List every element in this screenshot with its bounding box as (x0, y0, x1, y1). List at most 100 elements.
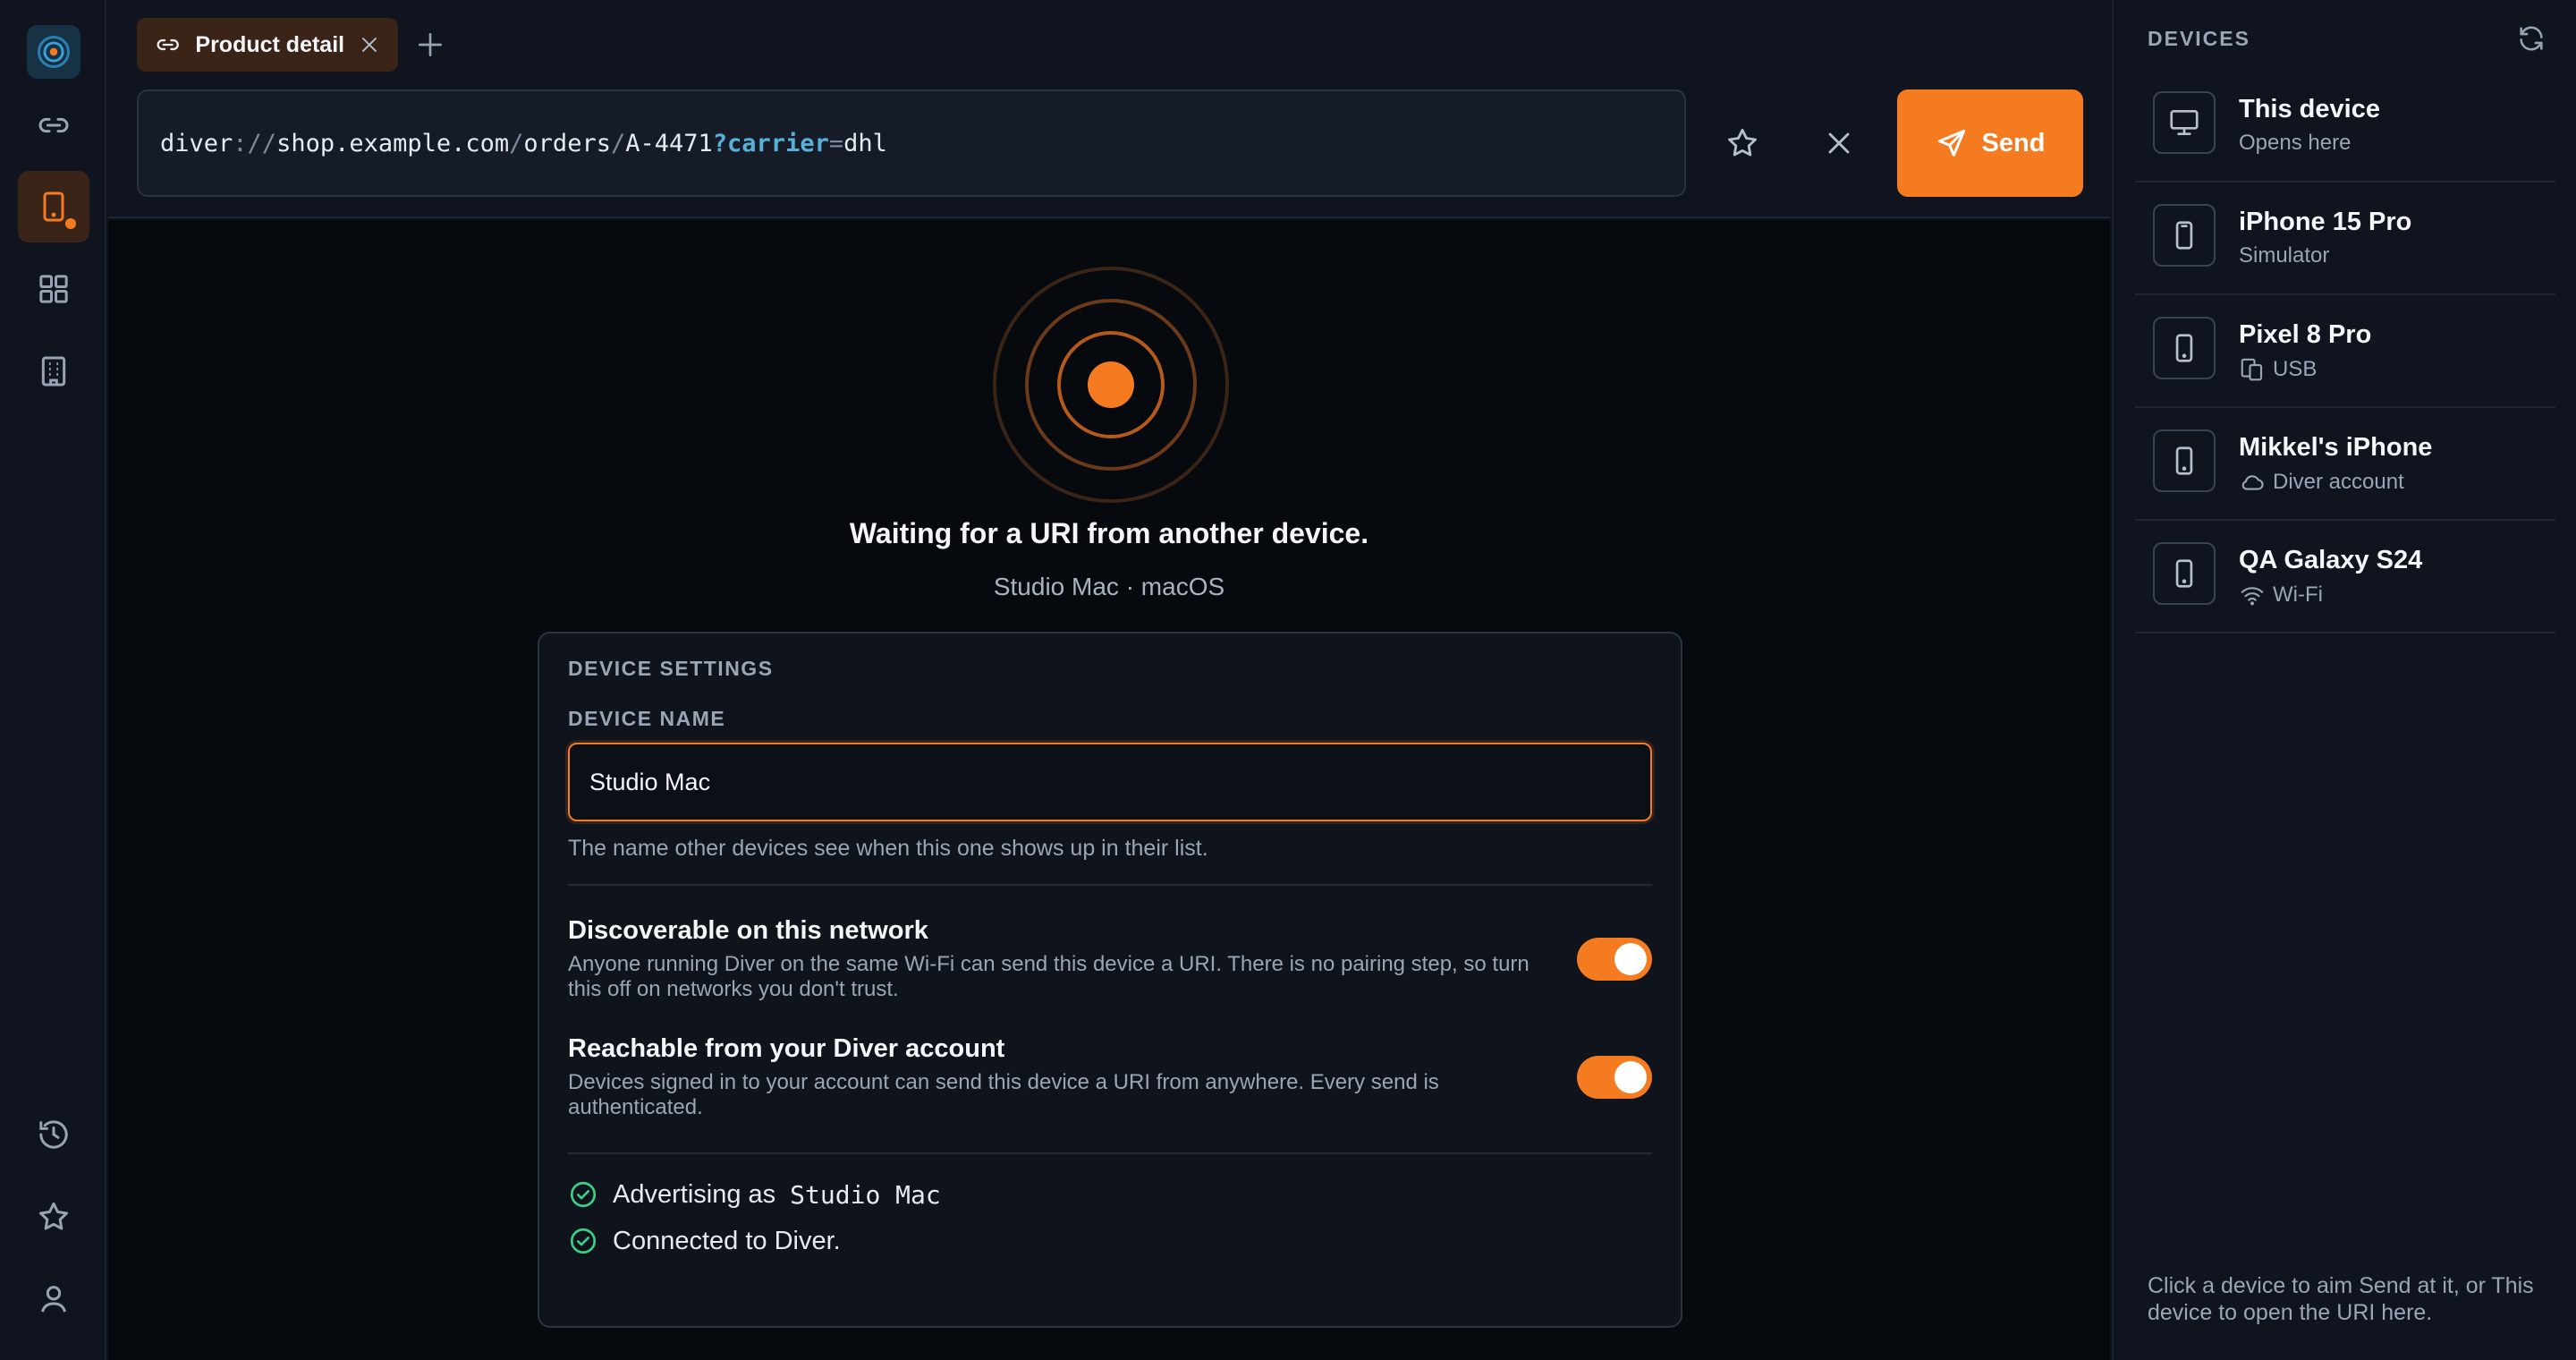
device-sub-label: USB (2273, 357, 2318, 381)
device-name: Pixel 8 Pro (2239, 320, 2372, 349)
device-sub-label: Simulator (2239, 243, 2330, 268)
device-item-pixel-8-pro[interactable]: Pixel 8 Pro USB (2135, 295, 2555, 408)
waiting-message: Waiting for a URI from another device. (849, 517, 1369, 549)
wifi-icon (2241, 587, 2264, 606)
phone-icon (2175, 334, 2193, 362)
device-icon-frame (2153, 429, 2216, 492)
reachable-description: Devices signed in to your account can se… (568, 1070, 1439, 1119)
left-rail (0, 0, 106, 1360)
radar-logo-icon[interactable] (27, 25, 80, 79)
clear-uri-button[interactable] (1812, 116, 1866, 170)
device-sub: Simulator (2239, 243, 2329, 268)
grid-icon (39, 275, 68, 303)
device-name-help: The name other devices see when this one… (568, 836, 1208, 861)
connected-text: Connected to Diver. (613, 1226, 841, 1255)
uri-input[interactable]: diver://shop.example.com / orders / A-4471? c… (137, 89, 1686, 197)
cloud-icon (2241, 475, 2264, 490)
device-name-input[interactable] (568, 743, 1652, 821)
favorite-button[interactable] (1716, 116, 1769, 170)
device-icon-frame (2153, 204, 2216, 267)
uri-query-key: carrier (727, 129, 829, 157)
rail-devices-button[interactable] (18, 171, 89, 242)
building-icon (41, 356, 66, 387)
close-tab-icon[interactable] (359, 33, 380, 56)
device-item-mikkels-iphone[interactable]: Mikkel's iPhone Diver account (2135, 408, 2555, 521)
device-item-qa-galaxy-s24[interactable]: QA Galaxy S24 Wi-Fi (2135, 521, 2555, 633)
uri-path-segment: A-4471 (625, 129, 713, 157)
send-label: Send (1981, 128, 2046, 157)
rail-history-button[interactable] (18, 1099, 89, 1170)
device-sub: USB (2239, 356, 2317, 383)
radar-waiting-icon (993, 267, 1229, 503)
user-icon (41, 1286, 66, 1313)
phone-simulator-icon (2175, 221, 2193, 250)
discoverable-title: Discoverable on this network (568, 916, 928, 945)
star-icon (1728, 128, 1757, 157)
device-sub: Wi-Fi (2239, 582, 2323, 608)
advertising-name: Studio Mac (790, 1179, 941, 1210)
check-circle-icon (570, 1181, 597, 1208)
device-sub-label: Diver account (2273, 470, 2404, 494)
rail-link-button[interactable] (18, 89, 89, 161)
reachable-toggle[interactable] (1577, 1056, 1652, 1099)
uri-query-value: dhl (843, 129, 887, 157)
device-sub-label: Wi-Fi (2273, 582, 2323, 607)
app-window: Product detail diver://shop.example.com /… (0, 0, 2576, 1360)
phone-icon (2175, 446, 2193, 475)
device-settings-card: DEVICE SETTINGS DEVICE NAME The name oth… (538, 632, 1682, 1328)
device-icon-frame (2153, 317, 2216, 379)
uri-host: shop.example.com (276, 129, 510, 157)
notification-dot (63, 216, 79, 232)
advertising-prefix: Advertising as (613, 1179, 776, 1209)
device-icon-frame (2153, 91, 2216, 154)
uri-query-mark: ? (712, 129, 728, 157)
send-button[interactable]: Send (1897, 89, 2083, 197)
usb-devices-icon (2241, 358, 2263, 381)
device-name: Mikkel's iPhone (2239, 433, 2433, 462)
uri-query-equals: = (828, 129, 844, 157)
refresh-icon[interactable] (2516, 23, 2546, 54)
phone-icon (2175, 559, 2193, 588)
device-name: QA Galaxy S24 (2239, 546, 2423, 574)
close-icon (1828, 132, 1850, 154)
add-tab-icon[interactable] (412, 27, 448, 63)
device-item-this-device[interactable]: This device Opens here (2135, 70, 2555, 183)
uri-scheme: diver (160, 129, 233, 157)
device-item-iphone-15-pro[interactable]: iPhone 15 Pro Simulator (2135, 183, 2555, 295)
tab-label: Product detail (195, 31, 345, 57)
devices-title: DEVICES (2148, 27, 2250, 50)
devices-footer-hint: Click a device to aim Send at it, or Thi… (2148, 1273, 2534, 1325)
discoverable-toggle[interactable] (1577, 938, 1652, 981)
device-icon-frame (2153, 542, 2216, 605)
check-circle-icon (570, 1228, 597, 1254)
monitor-icon (2170, 109, 2199, 136)
discoverable-description: Anyone running Diver on the same Wi-Fi c… (568, 952, 1530, 1001)
device-name-label: DEVICE NAME (568, 707, 726, 730)
rail-apps-button[interactable] (18, 253, 89, 325)
devices-panel: DEVICES This device Opens here iPhone 15… (2112, 0, 2576, 1360)
link-icon (38, 117, 69, 133)
star-icon (39, 1202, 68, 1230)
uri-separator: :// (233, 129, 277, 157)
device-name: iPhone 15 Pro (2239, 208, 2412, 236)
device-sub-label: Opens here (2239, 131, 2351, 155)
rail-workspace-button[interactable] (18, 336, 89, 407)
device-sub: Diver account (2239, 469, 2404, 496)
uri-slash: / (509, 129, 524, 157)
divider (568, 1152, 1652, 1154)
main-area: Waiting for a URI from another device. S… (108, 220, 2110, 1360)
history-icon (39, 1120, 68, 1149)
rail-account-button[interactable] (18, 1263, 89, 1335)
section-title: DEVICE SETTINGS (568, 657, 774, 680)
uri-slash: / (610, 129, 626, 157)
rail-favorites-button[interactable] (18, 1181, 89, 1253)
reachable-title: Reachable from your Diver account (568, 1034, 1005, 1063)
advertising-status: Advertising as Studio Mac (568, 1179, 941, 1210)
top-bar: Product detail diver://shop.example.com /… (108, 0, 2110, 218)
send-icon (1937, 130, 1965, 157)
device-sub: Opens here (2239, 131, 2351, 156)
device-name: This device (2239, 95, 2380, 123)
current-device-line: Studio Mac · macOS (993, 573, 1225, 600)
divider (568, 884, 1652, 886)
tab-product-detail[interactable]: Product detail (137, 18, 398, 72)
